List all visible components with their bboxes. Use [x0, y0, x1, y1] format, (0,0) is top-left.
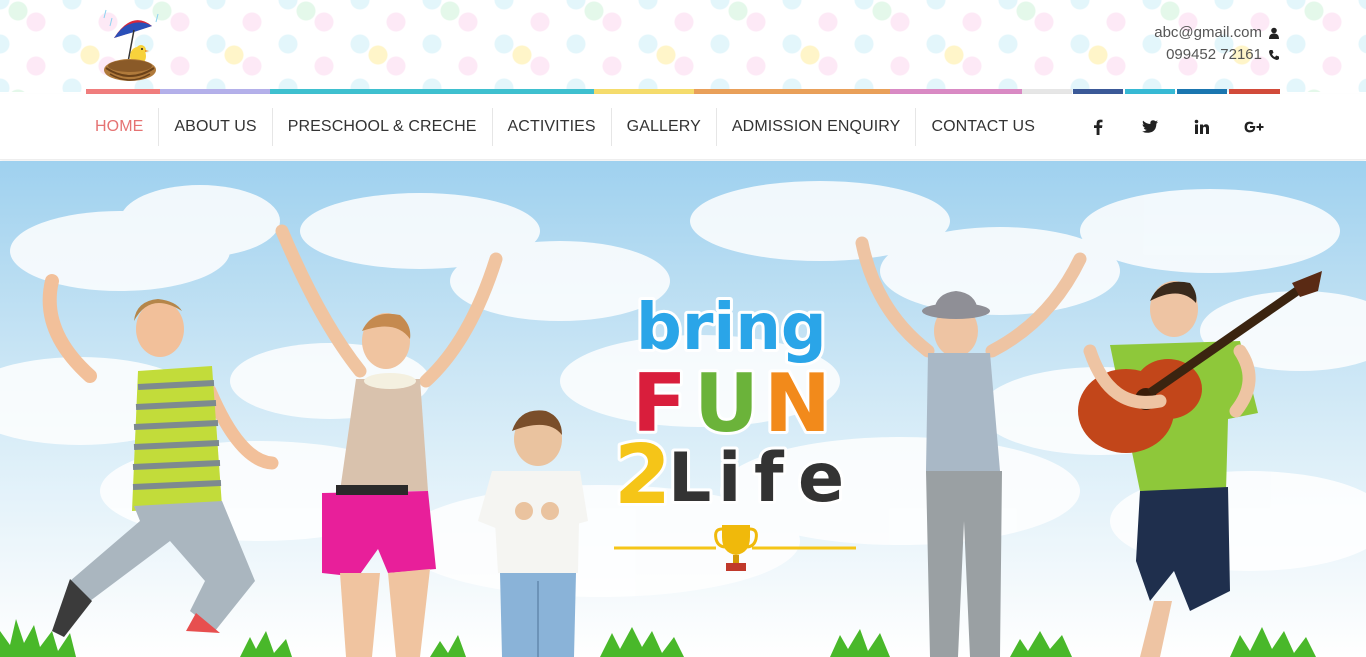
header-bar: abc@gmail.com 099452 72161 — [0, 0, 1366, 92]
tagline-letter-n: N — [764, 357, 831, 450]
nav-item-about-us[interactable]: ABOUT US — [159, 108, 273, 146]
hero-banner: bring F U N 2 L i f e — [0, 161, 1366, 657]
main-navbar: HOME ABOUT US PRESCHOOL & CRECHE ACTIVIT… — [0, 94, 1366, 160]
phone-text[interactable]: 099452 72161 — [1166, 44, 1262, 66]
nav-item-gallery[interactable]: GALLERY — [612, 108, 717, 146]
tagline-letter-i: i — [718, 439, 741, 518]
facebook-icon[interactable] — [1080, 110, 1116, 144]
hero-illustration: bring F U N 2 L i f e — [0, 181, 1366, 657]
twitter-icon[interactable] — [1132, 110, 1168, 144]
tagline-letter-e: e — [798, 439, 844, 518]
nav-item-preschool-creche[interactable]: PRESCHOOL & CRECHE — [273, 108, 493, 146]
nav-item-contact-us[interactable]: CONTACT US — [916, 108, 1050, 146]
tagline-digit-2: 2 — [614, 428, 671, 523]
logo-icon[interactable] — [100, 4, 164, 86]
phone-icon — [1269, 50, 1279, 60]
nav-item-activities[interactable]: ACTIVITIES — [493, 108, 612, 146]
linkedin-icon[interactable] — [1184, 110, 1220, 144]
nav-item-home[interactable]: HOME — [80, 108, 160, 146]
tagline-letter-l: L — [668, 439, 711, 518]
tagline-logo: bring F U N 2 L i f e — [611, 288, 847, 526]
contact-info: abc@gmail.com 099452 72161 — [1154, 22, 1280, 66]
tagline-letter-u: U — [694, 357, 759, 450]
tagline-letter-f2: f — [754, 439, 785, 518]
nav-item-admission-enquiry[interactable]: ADMISSION ENQUIRY — [717, 108, 917, 146]
email-text[interactable]: abc@gmail.com — [1154, 22, 1262, 44]
user-icon — [1269, 27, 1279, 39]
nav-menu: HOME ABOUT US PRESCHOOL & CRECHE ACTIVIT… — [80, 108, 1050, 146]
tagline-bring: bring — [636, 291, 827, 365]
google-plus-icon[interactable] — [1236, 110, 1272, 144]
